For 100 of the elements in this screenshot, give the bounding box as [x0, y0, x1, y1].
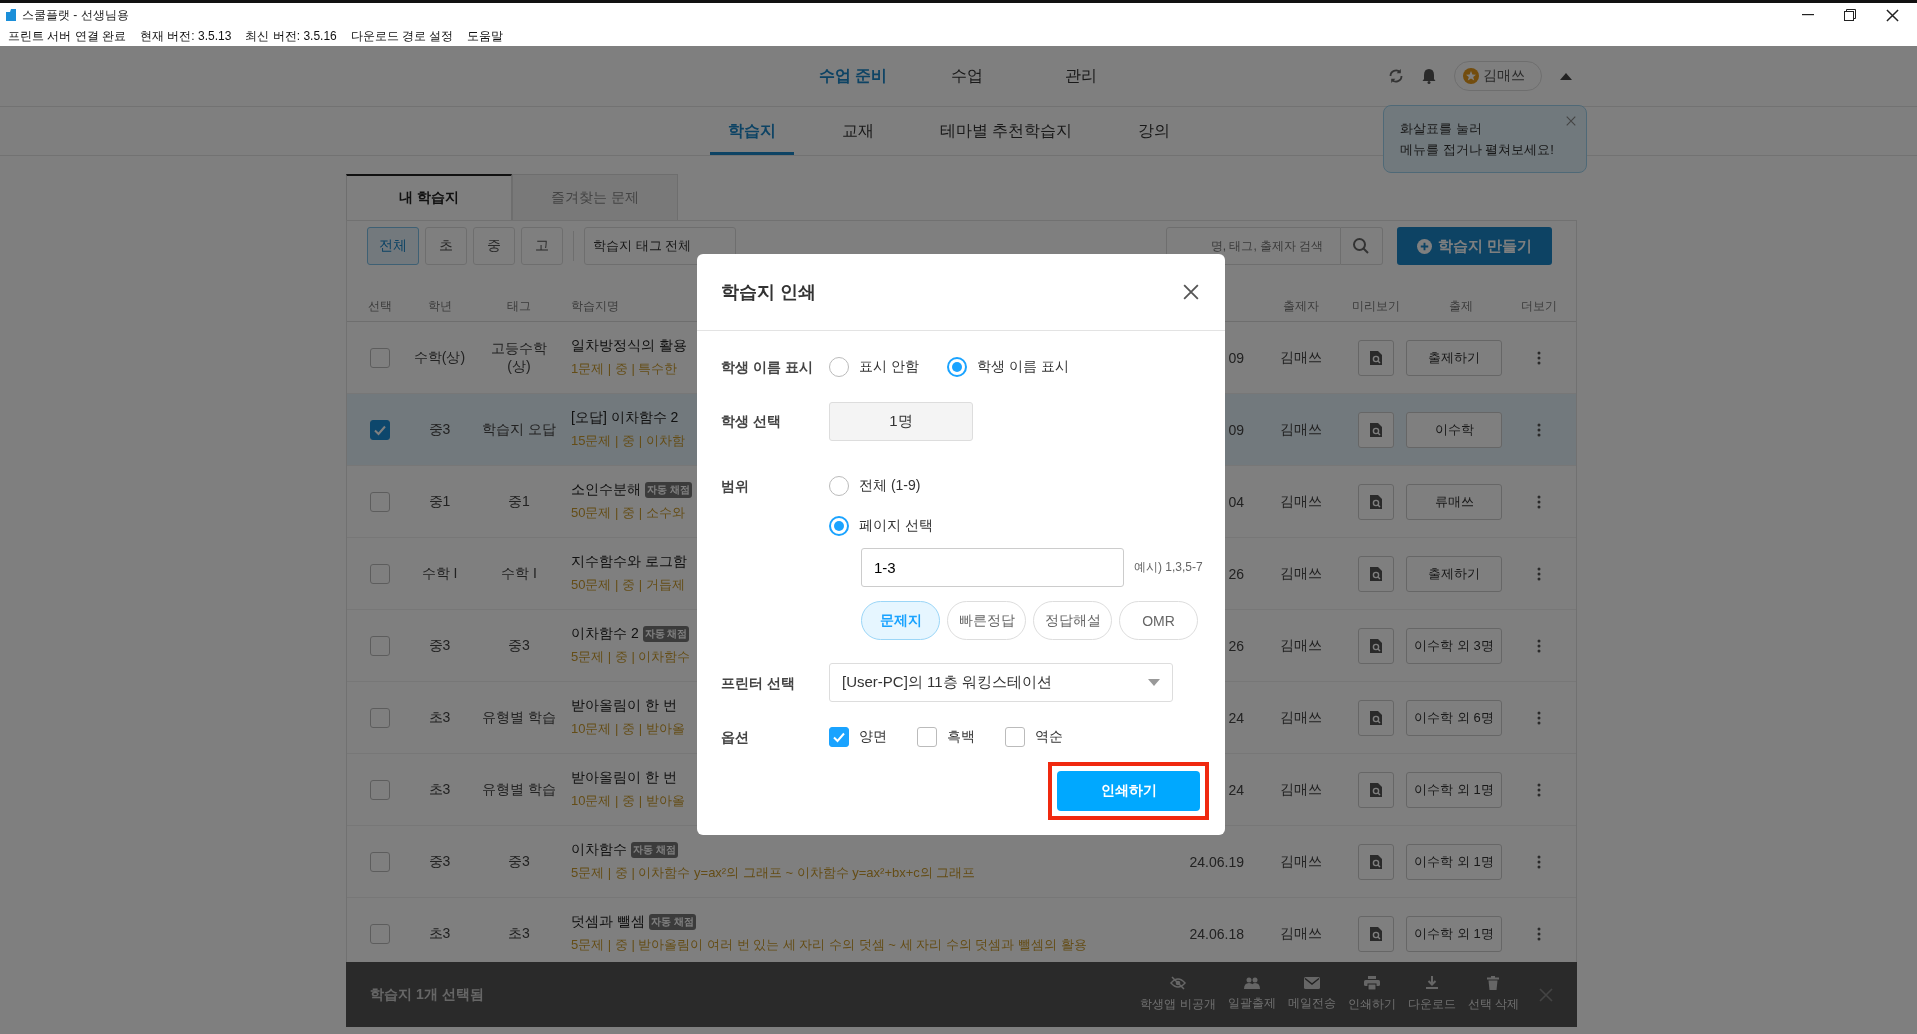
preview-button[interactable]	[1358, 411, 1394, 448]
row-checkbox[interactable]	[369, 635, 390, 656]
user-menu-button[interactable]: 김매쓰	[1454, 61, 1542, 91]
sheet-title[interactable]: [오답] 이차함수 2	[571, 409, 679, 427]
preview-button[interactable]	[1358, 483, 1394, 520]
radio-button[interactable]	[829, 476, 849, 496]
assign-button[interactable]: 이수학 외 1명	[1406, 771, 1502, 808]
document-search-icon	[1369, 853, 1383, 870]
bulk-action-button[interactable]: 메일전송	[1281, 977, 1342, 1012]
checkbox-label: 역순	[1035, 728, 1063, 746]
nav-tab[interactable]: 수업	[910, 65, 1024, 87]
checkbox[interactable]	[917, 727, 937, 747]
nav-tab[interactable]: 수업 준비	[796, 65, 910, 87]
sheet-title[interactable]: 받아올림이 한 번	[571, 769, 677, 787]
menu-item[interactable]: 다운로드 경로 설정	[350, 28, 454, 45]
menu-item[interactable]: 최신 버전: 3.5.16	[245, 28, 337, 45]
row-checkbox[interactable]	[369, 851, 390, 872]
sheet-title[interactable]: 덧셈과 뺄셈	[571, 913, 645, 931]
more-icon[interactable]	[1536, 638, 1541, 653]
create-sheet-button[interactable]: 학습지 만들기	[1396, 227, 1552, 265]
print-type-button[interactable]: OMR	[1119, 601, 1198, 640]
menu-item[interactable]: 도움말	[467, 28, 504, 45]
preview-button[interactable]	[1358, 555, 1394, 592]
checkbox[interactable]	[829, 727, 849, 747]
assign-button[interactable]: 이수학 외 3명	[1406, 627, 1502, 664]
window-title: 스쿨플랫 - 선생님용	[22, 6, 129, 24]
more-icon[interactable]	[1536, 422, 1541, 437]
preview-button[interactable]	[1358, 699, 1394, 736]
assign-button[interactable]: 이수학 외 6명	[1406, 699, 1502, 736]
bulk-action-button[interactable]: 선택 삭제	[1461, 976, 1525, 1013]
menu-item[interactable]: 현재 버전: 3.5.13	[140, 28, 232, 45]
radio-button[interactable]	[829, 516, 849, 536]
nav-tab[interactable]: 관리	[1024, 65, 1138, 87]
more-icon[interactable]	[1536, 350, 1541, 365]
search-field[interactable]: 명, 태그, 출제자 검색	[1165, 227, 1341, 265]
row-checkbox[interactable]	[369, 419, 390, 440]
grade-filter-button[interactable]: 초	[425, 227, 467, 265]
print-type-button[interactable]: 정답해설	[1033, 601, 1112, 640]
restore-icon[interactable]	[1844, 9, 1856, 21]
bulk-action-button[interactable]: 일괄출제	[1221, 977, 1282, 1012]
radio-button[interactable]	[946, 357, 967, 377]
close-icon[interactable]	[1886, 8, 1899, 22]
print-type-button[interactable]: 빠른정답	[947, 601, 1026, 640]
assign-button[interactable]: 이수학	[1406, 411, 1502, 448]
student-select-field[interactable]: 1명	[829, 402, 973, 441]
checkbox[interactable]	[1005, 727, 1025, 747]
preview-button[interactable]	[1358, 339, 1394, 376]
assign-button[interactable]: 이수학 외 1명	[1406, 915, 1502, 952]
search-icon[interactable]	[1352, 237, 1371, 255]
sub-nav-tab[interactable]: 학습지	[710, 107, 794, 155]
collapse-caret-icon[interactable]	[1560, 72, 1572, 80]
sheet-title[interactable]: 받아올림이 한 번	[571, 697, 677, 715]
grade-filter-button[interactable]: 중	[473, 227, 515, 265]
bell-icon[interactable]	[1422, 68, 1436, 84]
sub-nav-tab[interactable]: 교재	[824, 107, 892, 155]
row-checkbox[interactable]	[369, 923, 390, 944]
trash-icon	[1487, 976, 1500, 990]
grade-filter-button[interactable]: 고	[521, 227, 563, 265]
more-icon[interactable]	[1536, 566, 1541, 581]
sheet-title[interactable]: 소인수분해	[571, 481, 641, 499]
preview-button[interactable]	[1358, 771, 1394, 808]
search-button[interactable]	[1340, 227, 1383, 265]
preview-button[interactable]	[1358, 843, 1394, 880]
assign-button[interactable]: 출제하기	[1406, 339, 1502, 376]
more-icon[interactable]	[1536, 494, 1541, 509]
sheet-title[interactable]: 이차함수 2	[571, 625, 639, 643]
row-checkbox[interactable]	[369, 347, 390, 368]
sheet-title[interactable]: 일차방정식의 활용	[571, 337, 687, 355]
sheet-title[interactable]: 지수함수와 로그함	[571, 553, 687, 571]
row-checkbox[interactable]	[369, 707, 390, 728]
assign-button[interactable]: 류매쓰	[1406, 483, 1502, 520]
plus-circle-icon	[1416, 238, 1432, 254]
content-tab[interactable]: 내 학습지	[346, 174, 512, 220]
more-icon[interactable]	[1536, 782, 1541, 797]
close-icon[interactable]	[1183, 284, 1199, 300]
grade-filter-button[interactable]: 전체	[367, 227, 419, 265]
grade-cell-text: 초3	[427, 924, 452, 943]
assign-button[interactable]: 출제하기	[1406, 555, 1502, 592]
more-icon[interactable]	[1536, 710, 1541, 725]
row-checkbox[interactable]	[369, 491, 390, 512]
assign-button[interactable]: 이수학 외 1명	[1406, 843, 1502, 880]
page-range-input[interactable]: 1-3	[861, 548, 1124, 587]
sub-nav-tab[interactable]: 테마별 추천학습지	[922, 107, 1091, 155]
date-cell: 09	[1228, 349, 1244, 366]
sheet-title[interactable]: 이차함수	[571, 841, 627, 859]
row-checkbox[interactable]	[369, 779, 390, 800]
sub-nav-tab[interactable]: 강의	[1120, 107, 1189, 155]
more-icon[interactable]	[1536, 926, 1541, 941]
print-type-button[interactable]: 문제지	[861, 601, 940, 640]
refresh-icon[interactable]	[1388, 68, 1404, 84]
printer-select[interactable]: [User-PC]의 11층 워킹스테이션	[829, 663, 1173, 702]
preview-button[interactable]	[1358, 915, 1394, 952]
radio-button[interactable]	[829, 357, 849, 377]
print-button[interactable]: 인쇄하기	[1057, 771, 1200, 811]
date-cell: 26	[1228, 565, 1244, 582]
preview-button[interactable]	[1358, 627, 1394, 664]
bulk-action-button[interactable]: 인쇄하기	[1341, 976, 1402, 1013]
row-checkbox[interactable]	[369, 563, 390, 584]
more-icon[interactable]	[1536, 854, 1541, 869]
minimize-icon[interactable]	[1802, 14, 1814, 16]
